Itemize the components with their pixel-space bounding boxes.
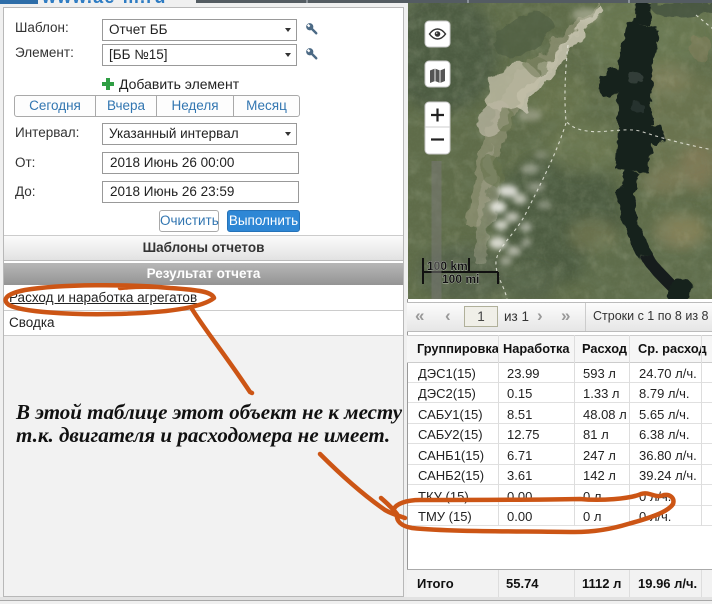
svg-text:100 mi: 100 mi — [442, 272, 479, 286]
